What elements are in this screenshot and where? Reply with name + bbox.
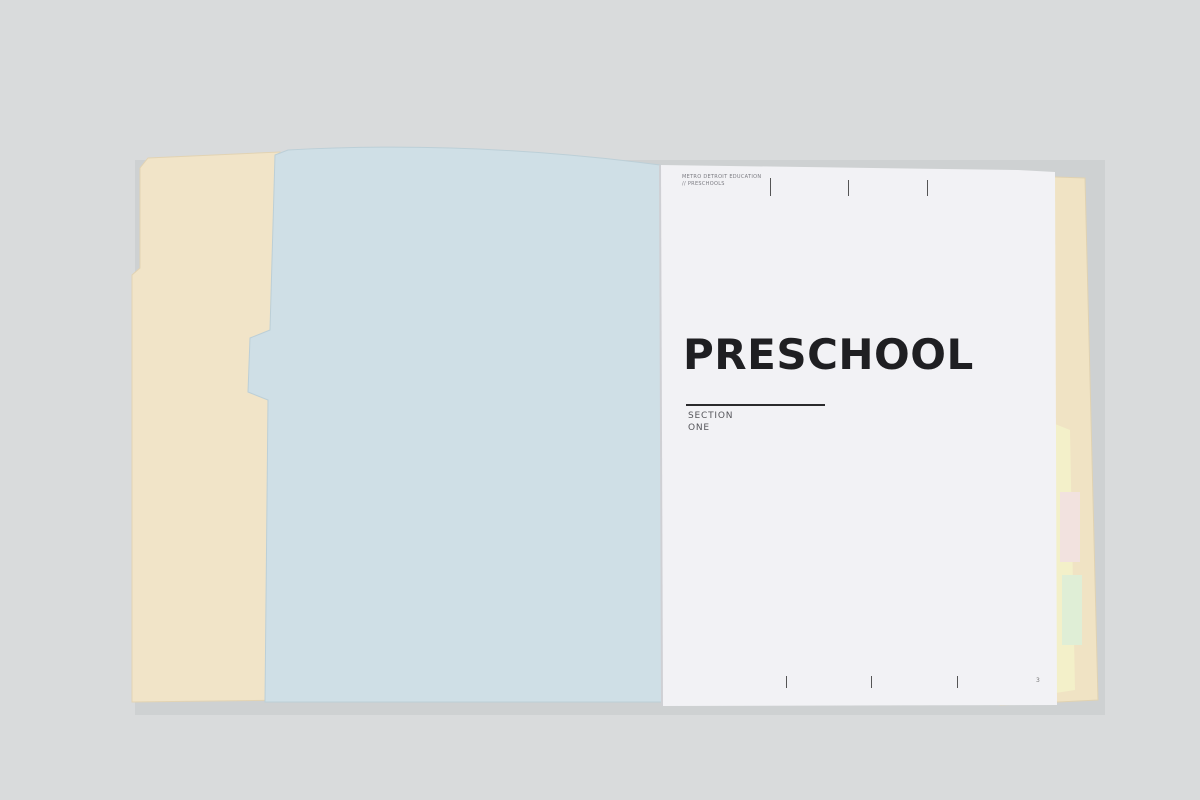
pink-tab [1060, 492, 1080, 562]
booklet-photo [131, 146, 1105, 715]
crop-mark [786, 676, 787, 688]
header-publication: METRO DETROIT EDUCATION [682, 174, 762, 180]
white-page [660, 165, 1057, 706]
section-number: ONE [688, 423, 710, 433]
green-tab [1062, 575, 1082, 645]
crop-mark [770, 178, 771, 196]
crop-mark [848, 180, 849, 196]
section-label: SECTION [688, 411, 734, 421]
title-divider [686, 404, 825, 406]
header-section: // PRESCHOOLS [682, 181, 725, 187]
blue-page [247, 146, 663, 703]
crop-mark [957, 676, 958, 688]
page-title: PRESCHOOL [683, 330, 974, 379]
page-number: 3 [1036, 677, 1040, 684]
crop-mark [871, 676, 872, 688]
crop-mark [927, 180, 928, 196]
